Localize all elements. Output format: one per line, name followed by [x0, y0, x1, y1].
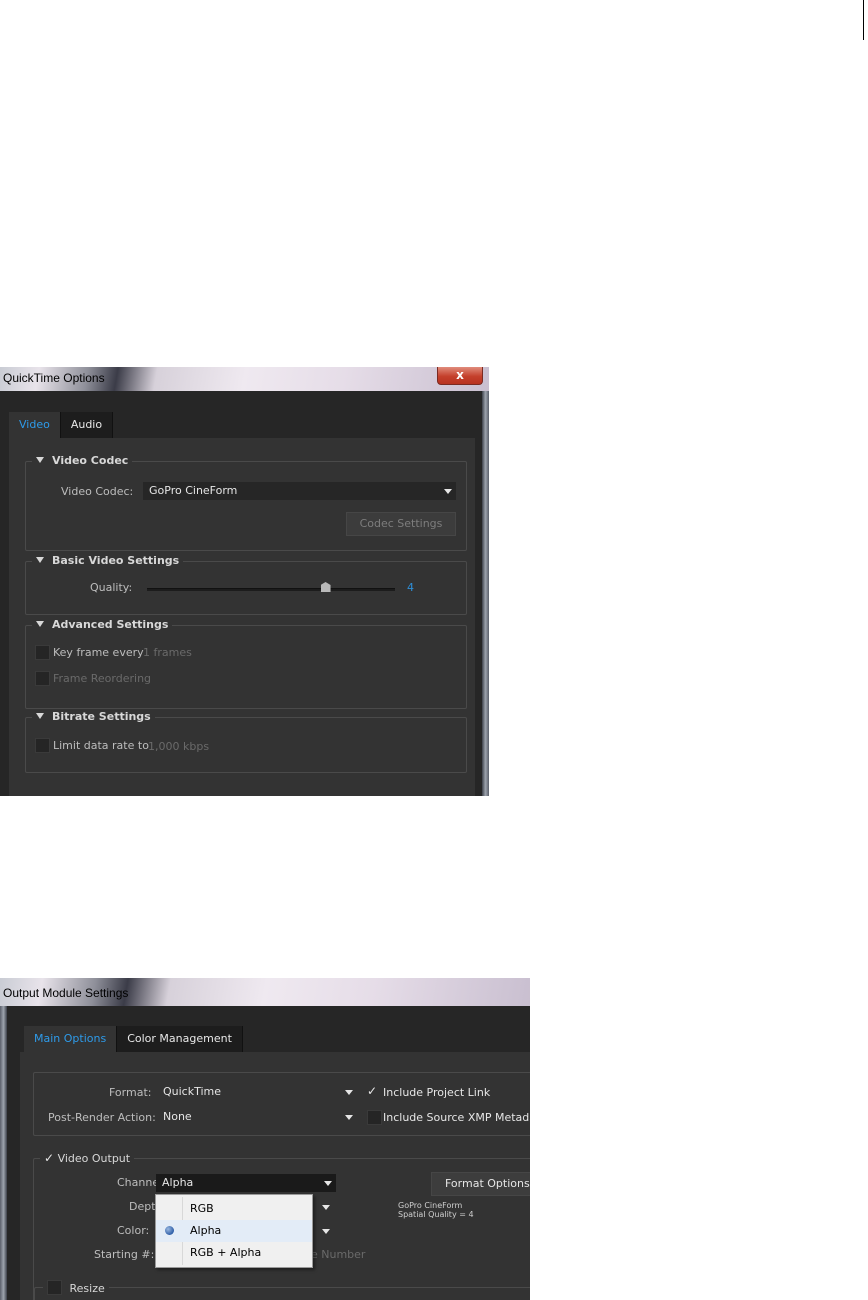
- channels-menu: RGB Alpha RGB + Alpha: [155, 1194, 313, 1268]
- video-codec-label: Video Codec:: [61, 485, 134, 498]
- quality-label: Quality:: [90, 581, 133, 594]
- channels-value: Alpha: [162, 1176, 194, 1189]
- collapse-triangle-icon: [36, 621, 44, 627]
- collapse-triangle-icon: [36, 457, 44, 463]
- post-render-dropdown[interactable]: None: [157, 1108, 357, 1126]
- bitrate-settings-header[interactable]: Bitrate Settings: [32, 710, 155, 723]
- menu-item-rgb-alpha[interactable]: RGB + Alpha: [156, 1242, 312, 1264]
- resize-group: Resize: [34, 1280, 530, 1300]
- resize-checkbox[interactable]: [47, 1280, 62, 1295]
- resize-label: Resize: [69, 1282, 105, 1295]
- key-frame-label: Key frame every: [53, 646, 144, 659]
- limit-data-rate-label: Limit data rate to: [53, 739, 149, 752]
- starting-number-trailing: e Number: [311, 1248, 366, 1261]
- tab-main-options[interactable]: Main Options: [24, 1026, 118, 1052]
- include-xmp-label: Include Source XMP Metadata: [383, 1111, 530, 1124]
- starting-number-label: Starting #:: [94, 1248, 155, 1261]
- video-codec-header-label: Video Codec: [52, 454, 129, 467]
- tab-bar: Main Options Color Management: [24, 1026, 243, 1052]
- video-output-header[interactable]: ✓ Video Output: [40, 1151, 135, 1165]
- advanced-settings-header[interactable]: Advanced Settings: [32, 618, 173, 631]
- frame-reordering-checkbox[interactable]: [35, 671, 50, 686]
- basic-video-settings-header-label: Basic Video Settings: [52, 554, 180, 567]
- menu-item-rgb[interactable]: RGB: [156, 1198, 312, 1220]
- depth-chevron-down-icon[interactable]: [322, 1205, 330, 1210]
- tab-content: Video Codec Video Codec: GoPro CineForm …: [9, 438, 475, 796]
- video-output-check[interactable]: ✓: [44, 1151, 54, 1165]
- tab-bar: Video Audio: [9, 412, 114, 438]
- video-codec-value: GoPro CineForm: [149, 484, 238, 497]
- limit-data-rate-unit: kbps: [183, 740, 210, 753]
- post-render-label: Post-Render Action:: [48, 1111, 156, 1124]
- video-output-label: Video Output: [57, 1152, 131, 1165]
- quality-slider-thumb[interactable]: [320, 582, 331, 592]
- chevron-down-icon: [345, 1115, 353, 1120]
- video-codec-header[interactable]: Video Codec: [32, 454, 133, 467]
- advanced-settings-group: Advanced Settings Key frame every 1 fram…: [25, 618, 467, 709]
- chevron-down-icon: [324, 1181, 332, 1186]
- quicktime-options-window: QuickTime Options x Video Audio Video Co…: [0, 367, 489, 796]
- format-value: QuickTime: [163, 1085, 222, 1098]
- codec-settings-button[interactable]: Codec Settings: [346, 512, 456, 536]
- menu-item-label: RGB + Alpha: [190, 1246, 262, 1259]
- collapse-triangle-icon: [36, 557, 44, 563]
- output-module-settings-window: Output Module Settings Main Options Colo…: [0, 978, 530, 1300]
- basic-video-settings-header[interactable]: Basic Video Settings: [32, 554, 184, 567]
- limit-data-rate-checkbox[interactable]: [35, 738, 50, 753]
- advanced-settings-header-label: Advanced Settings: [52, 618, 169, 631]
- color-label: Color:: [117, 1224, 150, 1237]
- frame-reordering-label: Frame Reordering: [53, 672, 152, 685]
- format-dropdown[interactable]: QuickTime: [157, 1083, 357, 1101]
- radio-selected-icon: [165, 1226, 174, 1235]
- limit-data-rate-value[interactable]: 1,000: [148, 740, 180, 753]
- video-codec-dropdown[interactable]: GoPro CineForm: [143, 482, 456, 500]
- menu-item-label: RGB: [190, 1202, 214, 1215]
- color-chevron-down-icon[interactable]: [322, 1229, 330, 1234]
- title-bar[interactable]: QuickTime Options x: [0, 367, 489, 391]
- quality-slider-track[interactable]: [147, 588, 395, 591]
- menu-item-alpha[interactable]: Alpha: [156, 1220, 312, 1242]
- post-render-value: None: [163, 1110, 192, 1123]
- include-project-link-check[interactable]: ✓: [367, 1084, 377, 1098]
- include-project-link-label: Include Project Link: [383, 1086, 491, 1099]
- key-frame-value[interactable]: 1 frames: [143, 646, 192, 659]
- chevron-down-icon: [444, 489, 452, 494]
- bitrate-settings-header-label: Bitrate Settings: [52, 710, 151, 723]
- page-edge-mark: [863, 0, 864, 40]
- tab-audio[interactable]: Audio: [60, 412, 114, 438]
- chevron-down-icon: [345, 1090, 353, 1095]
- bitrate-settings-group: Bitrate Settings Limit data rate to 1,00…: [25, 710, 467, 773]
- window-title: Output Module Settings: [3, 986, 129, 1000]
- info-quality: Spatial Quality = 4: [398, 1210, 474, 1219]
- format-label: Format:: [109, 1086, 152, 1099]
- title-bar[interactable]: Output Module Settings: [0, 978, 530, 1006]
- tab-video[interactable]: Video: [9, 412, 61, 438]
- basic-video-settings-group: Basic Video Settings Quality: 4: [25, 554, 467, 615]
- format-options-button[interactable]: Format Options...: [431, 1172, 530, 1196]
- window-frame-left: [0, 1006, 7, 1300]
- menu-item-label: Alpha: [190, 1224, 222, 1237]
- close-button[interactable]: x: [437, 367, 483, 385]
- key-frame-checkbox[interactable]: [35, 645, 50, 660]
- quality-value[interactable]: 4: [407, 581, 414, 594]
- tab-color-management[interactable]: Color Management: [117, 1026, 243, 1052]
- window-title: QuickTime Options: [3, 371, 105, 385]
- format-group: Format: QuickTime ✓ Include Project Link…: [33, 1072, 530, 1136]
- resize-header[interactable]: Resize: [43, 1280, 109, 1295]
- channels-dropdown[interactable]: Alpha: [156, 1174, 336, 1192]
- collapse-triangle-icon: [36, 713, 44, 719]
- window-frame-right: [482, 391, 489, 796]
- video-codec-group: Video Codec Video Codec: GoPro CineForm …: [25, 454, 467, 551]
- include-xmp-checkbox[interactable]: [367, 1110, 382, 1125]
